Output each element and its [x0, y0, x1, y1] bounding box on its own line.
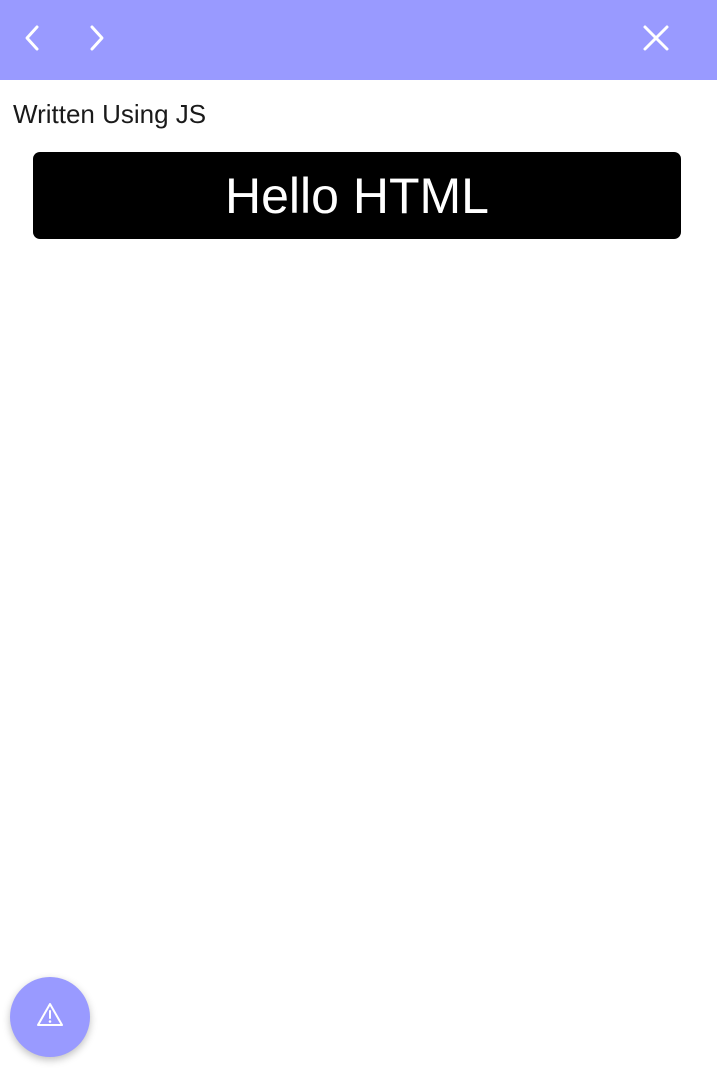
- warning-icon: [35, 1001, 65, 1034]
- close-button[interactable]: [636, 18, 676, 58]
- close-icon: [642, 24, 670, 52]
- chevron-right-icon: [84, 23, 108, 53]
- back-button[interactable]: [13, 18, 53, 58]
- page-subtitle: Written Using JS: [13, 99, 207, 129]
- hello-banner: Hello HTML: [33, 152, 681, 239]
- forward-button[interactable]: [76, 18, 116, 58]
- report-issue-button[interactable]: [10, 977, 90, 1057]
- hello-text: Hello HTML: [225, 167, 489, 224]
- chevron-left-icon: [21, 23, 45, 53]
- top-toolbar: [0, 0, 717, 80]
